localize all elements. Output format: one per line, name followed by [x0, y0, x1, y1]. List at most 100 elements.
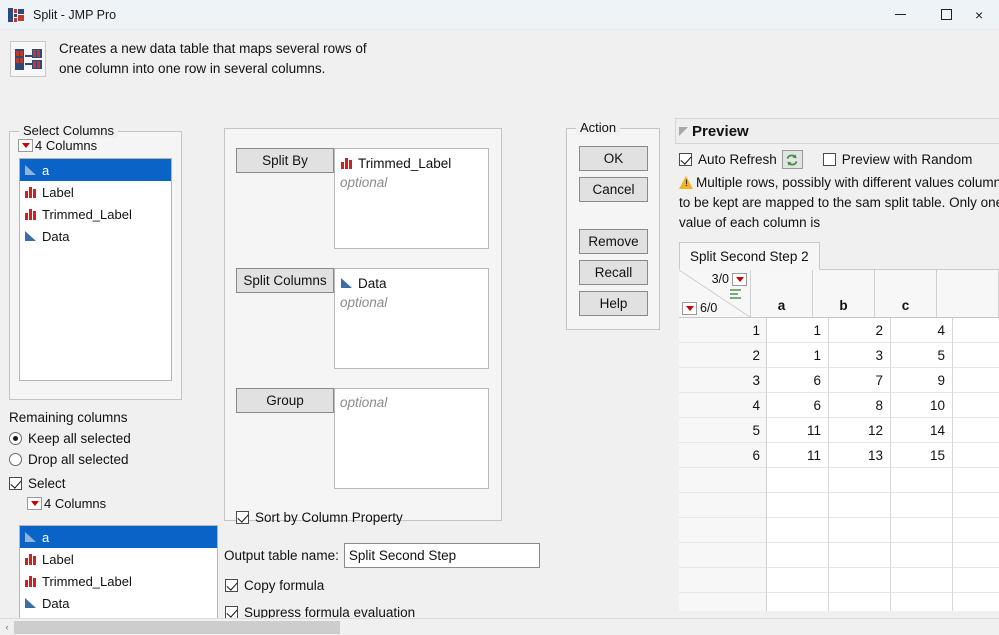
remove-button[interactable]: Remove: [579, 229, 648, 254]
table-row[interactable]: 2 1 3 5: [679, 343, 999, 368]
split-by-assigned[interactable]: Trimmed_Label: [340, 153, 483, 173]
row-number[interactable]: 5: [679, 418, 767, 443]
table-cell[interactable]: 11: [767, 418, 829, 443]
table-row[interactable]: 3 6 7 9: [679, 368, 999, 393]
table-row[interactable]: 6 11 13 15: [679, 443, 999, 468]
table-cell-empty: [953, 593, 999, 611]
table-cell[interactable]: 8: [829, 393, 891, 418]
chevron-down-icon: [732, 272, 747, 286]
close-button[interactable]: ×: [969, 0, 999, 30]
split-by-button[interactable]: Split By: [236, 148, 334, 173]
split-by-field[interactable]: Trimmed_Label optional: [334, 148, 489, 249]
table-cell[interactable]: 13: [829, 443, 891, 468]
table-cell[interactable]: 11: [767, 443, 829, 468]
maximize-button[interactable]: [923, 0, 969, 30]
auto-refresh-label: Auto Refresh: [698, 152, 777, 167]
scrollbar-track[interactable]: [340, 620, 999, 634]
preview-tabstrip: Split Second Step 2: [679, 242, 999, 270]
column-header-a[interactable]: a: [751, 270, 813, 318]
table-cell[interactable]: 9: [891, 368, 953, 393]
minimize-button[interactable]: [877, 0, 923, 30]
output-table-name-input[interactable]: [343, 543, 540, 568]
preview-header[interactable]: Preview: [675, 118, 999, 144]
table-cell[interactable]: 6: [767, 393, 829, 418]
list-item[interactable]: Label: [20, 181, 171, 203]
column-header-b[interactable]: b: [813, 270, 875, 318]
select-columns-dropdown[interactable]: 4 Columns: [18, 138, 97, 153]
split-table-icon: [10, 41, 46, 77]
chevron-down-icon: [18, 139, 33, 152]
cancel-button[interactable]: Cancel: [579, 177, 648, 202]
table-cell[interactable]: 7: [829, 368, 891, 393]
table-row[interactable]: 4 6 8 10: [679, 393, 999, 418]
list-item-label: a: [42, 162, 50, 178]
row-number-empty: [679, 518, 767, 543]
remaining-columns-listbox[interactable]: a Label Trimmed_Label Data: [19, 525, 218, 620]
row-count-control[interactable]: 6/0: [682, 301, 717, 315]
table-cell[interactable]: 6: [767, 368, 829, 393]
table-header-row: 3/0 6/0 a b c: [679, 270, 999, 318]
row-number[interactable]: 3: [679, 368, 767, 393]
split-columns-field[interactable]: Data optional: [334, 268, 489, 369]
tab-split-second-step-2[interactable]: Split Second Step 2: [679, 242, 820, 270]
split-columns-assigned[interactable]: Data: [340, 273, 483, 293]
checkbox-icon[interactable]: [679, 153, 692, 166]
list-item[interactable]: a: [20, 526, 217, 548]
scrollbar-thumb[interactable]: [14, 620, 340, 634]
table-cell-empty: [953, 343, 999, 368]
select-columns-listbox[interactable]: a Label Trimmed_Label Data: [19, 158, 172, 381]
table-cell-empty: [953, 368, 999, 393]
select-columns-count: 4 Columns: [35, 138, 98, 153]
row-number[interactable]: 6: [679, 443, 767, 468]
list-item[interactable]: Data: [20, 225, 171, 247]
table-cell[interactable]: 1: [767, 318, 829, 343]
refresh-icon[interactable]: [781, 150, 803, 169]
row-number[interactable]: 4: [679, 393, 767, 418]
checkbox-copy-formula[interactable]: Copy formula: [225, 575, 324, 596]
table-cell[interactable]: 3: [829, 343, 891, 368]
table-cell[interactable]: 10: [891, 393, 953, 418]
group-field[interactable]: optional: [334, 388, 489, 489]
table-cell[interactable]: 2: [829, 318, 891, 343]
column-header-c[interactable]: c: [875, 270, 937, 318]
row-number[interactable]: 1: [679, 318, 767, 343]
list-item[interactable]: Label: [20, 548, 217, 570]
table-row[interactable]: 1 1 2 4: [679, 318, 999, 343]
list-item[interactable]: Trimmed_Label: [20, 203, 171, 225]
split-columns-button[interactable]: Split Columns: [236, 268, 334, 293]
table-cell-empty: [767, 518, 829, 543]
table-cell-empty: [829, 468, 891, 493]
table-cell[interactable]: 1: [767, 343, 829, 368]
continuous-column-icon: [24, 163, 38, 177]
preview-with-random-label: Preview with Random: [841, 152, 973, 167]
disclosure-triangle-icon[interactable]: [679, 126, 688, 136]
recall-button[interactable]: Recall: [579, 260, 648, 285]
table-cell[interactable]: 14: [891, 418, 953, 443]
table-cell[interactable]: 5: [891, 343, 953, 368]
help-button[interactable]: Help: [579, 291, 648, 316]
row-number[interactable]: 2: [679, 343, 767, 368]
remaining-columns-count: 4 Columns: [44, 496, 107, 511]
list-item[interactable]: a: [20, 159, 171, 181]
table-cell[interactable]: 4: [891, 318, 953, 343]
list-item[interactable]: Trimmed_Label: [20, 570, 217, 592]
radio-icon: [9, 453, 22, 466]
radio-keep-all-selected[interactable]: Keep all selected: [9, 428, 224, 449]
ok-button[interactable]: OK: [579, 146, 648, 171]
checkbox-select[interactable]: Select: [9, 473, 224, 494]
list-item[interactable]: Data: [20, 592, 217, 614]
table-cell[interactable]: 15: [891, 443, 953, 468]
continuous-column-icon: [24, 229, 38, 243]
table-row[interactable]: 5 11 12 14: [679, 418, 999, 443]
table-cell[interactable]: 12: [829, 418, 891, 443]
column-count-control[interactable]: 3/0: [712, 272, 747, 286]
scroll-left-arrow-icon[interactable]: ‹: [0, 622, 14, 632]
list-item-label: Data: [42, 595, 70, 611]
horizontal-scrollbar[interactable]: ‹: [0, 618, 999, 635]
group-button[interactable]: Group: [236, 388, 334, 413]
output-table-name-row: Output table name:: [224, 543, 540, 568]
checkbox-icon[interactable]: [822, 153, 836, 166]
radio-drop-all-selected[interactable]: Drop all selected: [9, 449, 224, 470]
remaining-columns-dropdown[interactable]: 4 Columns: [27, 496, 224, 511]
checkbox-sort-by-column-property[interactable]: Sort by Column Property: [236, 507, 403, 528]
